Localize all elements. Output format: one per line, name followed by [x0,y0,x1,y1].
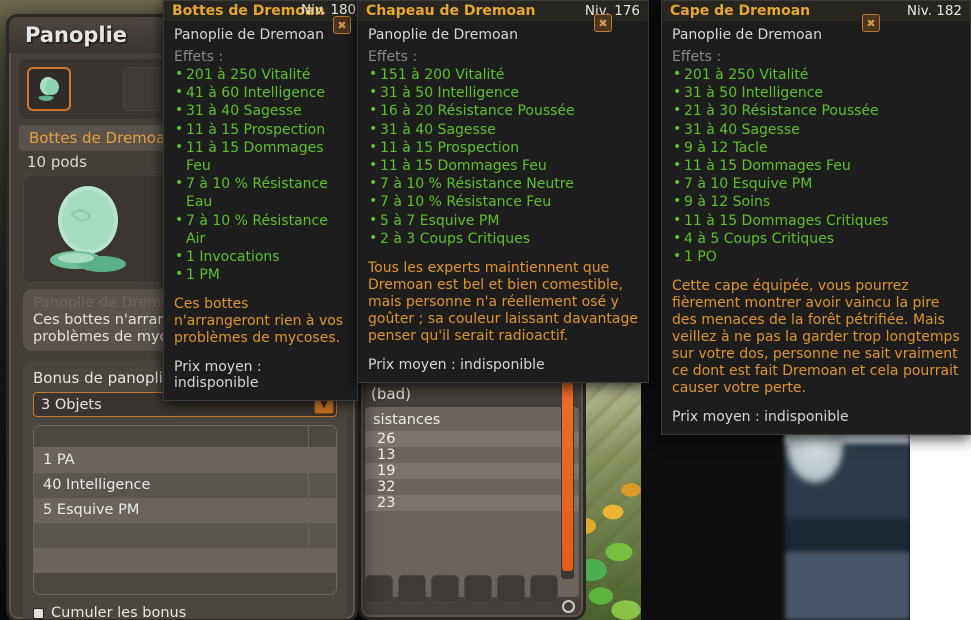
tooltip-effect: 7 à 10 % Résistance Air [174,211,347,248]
tooltip-cape: Cape de Dremoan Niv. 182 Panoplie de Dre… [661,0,971,436]
equipment-slot[interactable] [530,575,558,603]
screen: ∾ (bad) (bad) Niv. 180 (bad) sistances 2… [0,0,971,620]
boots-icon [38,77,59,101]
tooltip-cape-close-icon[interactable]: ✖ [862,14,880,32]
tooltip-chapeau-close-icon[interactable]: ✖ [594,14,612,32]
tooltip-effect: 2 à 3 Coups Critiques [368,229,638,248]
selected-item-slot[interactable] [27,67,71,111]
equipment-slot[interactable] [398,575,426,603]
resize-handle-icon[interactable] [562,600,575,613]
tooltip-effect: 16 à 20 Résistance Poussée [368,101,638,120]
empty-item-slot[interactable] [123,67,167,111]
resistance-value: 26 [365,431,579,447]
tooltip-set-name: Panoplie de Dremoan [174,27,325,43]
tooltip-effect: 9 à 12 Tacle [672,138,960,157]
tooltip-body: Panoplie de Dremoan Effets : 201 à 250 V… [662,21,970,434]
tooltip-effect: 7 à 10 % Résistance Neutre [368,174,638,193]
tooltip-price: Prix moyen : indisponible [368,357,545,374]
tooltip-effect: 5 à 7 Esquive PM [368,211,638,230]
resistances-label: sistances [373,412,441,428]
tooltip-titlebar: Cape de Dremoan Niv. 182 [662,1,970,21]
cumulate-bonus-checkbox[interactable] [33,607,44,619]
tooltip-effect: 31 à 50 Intelligence [368,83,638,102]
tooltip-title: Cape de Dremoan [670,3,811,19]
tooltip-effect: 11 à 15 Dommages Feu [672,156,960,175]
tooltip-effect: 1 Invocations [174,247,347,266]
tooltip-effect: 11 à 15 Prospection [368,138,638,157]
tooltip-effect: 11 à 15 Dommages Feu [174,138,347,175]
list-header [34,426,336,448]
tooltip-effect: 31 à 40 Sagesse [174,101,347,120]
pods-label: 10 pods [27,153,87,171]
tooltip-body: Panoplie de Dremoan Effets : 201 à 250 V… [164,21,357,400]
tooltip-lore: Cette cape équipée, vous pourrez fièreme… [672,278,960,397]
tooltip-effects-label: Effets : [672,49,722,65]
tooltip-effects-label: Effets : [174,49,224,65]
tooltip-effect: 7 à 10 % Résistance Eau [174,174,347,211]
resistance-value: 19 [365,463,579,479]
list-item-empty [34,548,336,573]
list-item[interactable]: 1 PA [34,448,336,473]
tooltip-lore: Ces bottes n'arrangeront rien à vos prob… [174,296,344,347]
equipment-slot[interactable] [431,575,459,603]
tooltip-effect: 1 PO [672,247,960,266]
tooltip-effect: 11 à 15 Dommages Feu [368,156,638,175]
tooltip-effect: 31 à 50 Intelligence [672,83,960,102]
background-window-bad: (bad) [371,385,411,403]
tooltip-effect: 11 à 15 Dommages Critiques [672,211,960,230]
tooltip-effect: 7 à 10 Esquive PM [672,174,960,193]
list-item-empty [34,523,336,548]
tooltip-effect: 201 à 250 Vitalité [174,65,347,84]
tooltip-title: Chapeau de Dremoan [366,3,536,19]
tooltip-set-name: Panoplie de Dremoan [672,27,823,43]
set-bonus-selected-value: 3 Objets [41,396,102,413]
scrollbar-thumb[interactable] [562,351,573,571]
tooltip-price: Prix moyen : indisponible [672,409,849,426]
background-scrollbar[interactable] [561,349,574,579]
tooltip-chapeau: Chapeau de Dremoan Niv. 176 Panoplie de … [357,0,649,384]
tooltip-effect: 151 à 200 Vitalité [368,65,638,84]
tooltip-price: Prix moyen : indisponible [174,359,262,392]
tooltip-lore: Tous les experts maintiennent que Dremoa… [368,260,638,345]
list-item[interactable]: 5 Esquive PM [34,498,336,523]
background-equipment-slots [365,575,558,603]
tooltip-level: Niv. 182 [906,3,962,19]
cumulate-bonus-label: Cumuler les bonus [51,605,187,620]
tooltip-effect: 7 à 10 % Résistance Feu [368,192,638,211]
tooltip-effect: 11 à 15 Prospection [174,120,347,139]
tooltip-body: Panoplie de Dremoan Effets : 151 à 200 V… [358,21,648,382]
cumulate-bonus-row[interactable]: Cumuler les bonus [33,605,187,620]
resistance-value: 23 [365,495,579,511]
boots-large-icon [50,186,126,272]
tooltip-bottes: Bottes de Dremoan Panoplie de Dremoan Ef… [163,0,359,402]
tooltip-effect: 1 PM [174,265,347,284]
resistance-value: 13 [377,447,396,463]
equipment-slot[interactable] [497,575,525,603]
tooltip-effect: 21 à 30 Résistance Poussée [672,101,960,120]
tooltip-effect: 31 à 40 Sagesse [672,120,960,139]
tooltip-bottes-close-icon[interactable]: ✖ [333,16,351,34]
tooltip-effect: 31 à 40 Sagesse [368,120,638,139]
tooltip-effect: 41 à 60 Intelligence [174,83,347,102]
list-side-column [308,426,336,594]
item-name: Bottes de Dremoan [29,129,175,147]
equipment-slot[interactable] [464,575,492,603]
tooltip-effect: 9 à 12 Soins [672,192,960,211]
list-footer [34,572,336,594]
tooltip-effects-label: Effets : [368,49,418,65]
background-resistances-panel: sistances 26 13 19 32 23 [365,407,579,597]
tooltip-effect: 201 à 250 Vitalité [672,65,960,84]
tooltip-effect: 4 à 5 Coups Critiques [672,229,960,248]
resistance-value: 32 [377,479,396,495]
equipment-slot[interactable] [365,575,393,603]
set-bonus-list: 1 PA 40 Intelligence 5 Esquive PM [33,425,337,595]
list-item[interactable]: 40 Intelligence [34,473,336,498]
